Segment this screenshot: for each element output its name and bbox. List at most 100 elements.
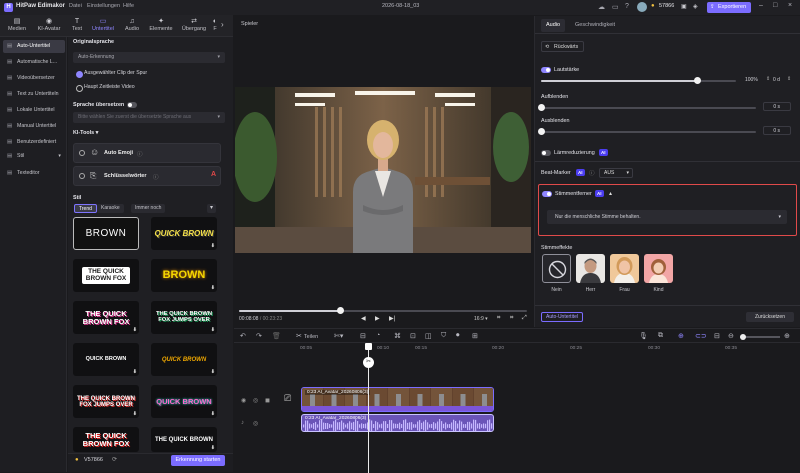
gift-icon[interactable]: ▣ <box>681 3 687 10</box>
crop-tool-icon[interactable]: ⊡ <box>410 332 416 340</box>
fade-out-input[interactable]: 0 s <box>763 126 791 135</box>
video-clip[interactable]: 0:23 AI_Avatar_20260806(3) <box>301 387 494 412</box>
sidebar-item-manual-subtitle[interactable]: ▤ Manual Untertitel <box>3 120 65 133</box>
sidebar-item-video-translator[interactable]: ▤ Videoübersetzer <box>3 72 65 85</box>
stepper-icon[interactable]: ⇕ <box>787 76 791 82</box>
translate-language-select[interactable]: Bitte wählen Sie zuerst die übersetzte S… <box>73 112 225 123</box>
back-button[interactable]: ⟲ Rückwärts <box>541 41 585 52</box>
split-scissors-icon[interactable]: ✂ <box>363 357 374 368</box>
record-icon[interactable]: ⏺ <box>456 332 460 340</box>
cloud-icon[interactable]: ☁ <box>598 3 605 11</box>
tab-text[interactable]: T Text <box>63 17 91 32</box>
sidebar-item-auto-lyrics[interactable]: ▤ Automatische L... <box>3 56 65 69</box>
fade-out-slider[interactable] <box>538 128 756 135</box>
mask-icon[interactable]: ◫ <box>425 332 432 340</box>
zoom-in-icon[interactable]: ⊕ <box>784 332 790 340</box>
style-preset-10[interactable]: QUICK BROWN ⬇ <box>151 385 217 418</box>
playback-handle[interactable] <box>336 307 344 314</box>
info-icon[interactable]: ⓘ <box>137 150 143 158</box>
cut-menu-icon[interactable]: ✄▾ <box>334 332 343 340</box>
auto-emoji-radio[interactable] <box>79 150 85 156</box>
project-name[interactable]: 2026-08-18_03 <box>382 3 419 9</box>
fullscreen-icon[interactable]: ⤢ <box>522 315 527 322</box>
info-icon[interactable]: ⓘ <box>589 169 595 177</box>
bag-icon[interactable]: ◈ <box>693 3 698 10</box>
translate-toggle[interactable] <box>127 102 137 108</box>
language-select[interactable]: Auto-Erkennung ▾ <box>73 52 225 63</box>
magnet-icon[interactable]: ⊂⊃ <box>695 332 707 340</box>
style-chip-trend[interactable]: Trend <box>74 204 97 213</box>
snap-icon[interactable]: ⊕ <box>678 332 684 340</box>
fade-in-handle[interactable] <box>538 104 545 111</box>
voice-remover-select[interactable]: Nur die menschliche Stimme behalten. ▾ <box>547 210 787 224</box>
tab-transition[interactable]: ⇄ Übergang <box>180 17 208 32</box>
track-lock-icon[interactable]: ◎ <box>253 397 258 404</box>
delete-icon[interactable]: 🗑 <box>272 332 281 340</box>
sidebar-item-style[interactable]: ▤ Stil ▾ <box>3 150 65 163</box>
volume-slider[interactable] <box>541 77 736 84</box>
auto-subtitle-button[interactable]: Auto-Untertitel <box>541 312 583 322</box>
marker-icon[interactable]: ⊟ <box>360 332 366 340</box>
chevron-right-icon[interactable]: › <box>221 20 224 29</box>
style-preset-12[interactable]: THE QUICK BROWN ⬇ <box>151 427 217 452</box>
mic-icon[interactable]: 🎙 <box>639 332 648 340</box>
track-mute-icon[interactable]: ◼ <box>265 397 270 404</box>
maximize-icon[interactable]: □ <box>773 2 777 9</box>
menu-file[interactable]: Datei <box>69 3 82 9</box>
start-recognition-button[interactable]: Erkennung starten <box>171 455 225 466</box>
reset-button[interactable]: Zurücksetzen <box>746 312 794 322</box>
style-preset-11[interactable]: THE QUICK BROWN FOX <box>73 427 139 452</box>
split-button[interactable]: ✂ Teilen <box>296 332 318 340</box>
info-icon[interactable]: ⓘ <box>153 173 159 181</box>
audio-track-icon[interactable]: ♪ <box>241 420 244 426</box>
style-chip-karaoke[interactable]: Karaoke <box>97 204 124 213</box>
audio-clip[interactable]: 0:23 AI_Avatar_20260806(3) <box>301 414 494 432</box>
tab-subtitle[interactable]: ▭ Untertitel <box>89 17 117 32</box>
screenshot-icon[interactable]: ⌗ <box>510 315 513 322</box>
sidebar-item-local-subtitle[interactable]: ▤ Lokale Untertitel <box>3 104 65 117</box>
fade-out-handle[interactable] <box>538 128 545 135</box>
screen-icon[interactable]: ▭ <box>612 3 619 11</box>
voice-none-option[interactable] <box>542 254 571 283</box>
aspect-ratio-select[interactable]: 16:9 ▾ <box>474 316 488 322</box>
video-preview[interactable] <box>235 87 531 253</box>
stepper-icon[interactable]: ⇕ <box>766 76 770 82</box>
zoom-handle[interactable] <box>740 334 746 340</box>
voice-remover-toggle[interactable] <box>542 191 552 197</box>
next-frame-icon[interactable]: ▶| <box>389 315 395 322</box>
text-color-icon[interactable]: A <box>211 171 216 178</box>
tab-filter[interactable]: ◐ F <box>208 17 222 32</box>
playback-progress[interactable] <box>239 307 527 314</box>
style-preset-2[interactable]: QUICK BROWN ⬇ <box>151 217 217 250</box>
sidebar-item-custom[interactable]: ▤ Benutzerdefiniert <box>3 136 65 149</box>
sidebar-item-auto-subtitle[interactable]: ▤ Auto-Untertitel <box>3 40 65 53</box>
undo-icon[interactable]: ↶ <box>240 332 246 340</box>
voice-child-option[interactable] <box>644 254 673 283</box>
menu-settings[interactable]: Einstellungen <box>87 3 120 9</box>
help-icon[interactable]: ? <box>625 3 629 10</box>
refresh-icon[interactable]: ⟳ <box>112 456 117 463</box>
menu-help[interactable]: Hilfe <box>123 3 134 9</box>
sidebar-item-text-editor[interactable]: ▤ Texteditor <box>3 167 65 180</box>
chevron-down-icon[interactable]: ▾ <box>207 204 216 213</box>
voice-woman-option[interactable] <box>610 254 639 283</box>
db-value[interactable]: 0 d <box>773 77 780 83</box>
style-preset-8[interactable]: QUICK BROWN ⬇ <box>151 343 217 376</box>
tab-speed[interactable]: Geschwindigkeit <box>575 22 615 28</box>
avatar[interactable] <box>637 2 647 12</box>
prev-frame-icon[interactable]: ◀ <box>361 315 366 322</box>
style-chip-still[interactable]: Immer noch <box>131 204 166 213</box>
noise-reduction-toggle[interactable] <box>541 150 551 156</box>
fade-in-slider[interactable] <box>538 104 756 111</box>
style-preset-6[interactable]: THE QUICK BROWN FOX JUMPS OVER ⬇ <box>151 301 217 334</box>
style-preset-3[interactable]: THE QUICK BROWN FOX <box>73 259 139 292</box>
style-preset-9[interactable]: THE QUICK BROWN FOX JUMPS OVER ⬇ <box>73 385 139 418</box>
playhead-handle[interactable] <box>365 343 372 350</box>
style-preset-4[interactable]: BROWN ⬇ <box>151 259 217 292</box>
audio-lock-icon[interactable]: ◎ <box>253 420 258 427</box>
redo-icon[interactable]: ↷ <box>256 332 262 340</box>
chevron-up-icon[interactable]: ▴ <box>609 190 612 197</box>
speed-icon[interactable]: ◔ <box>376 332 380 339</box>
radio-main-video[interactable]: Haupt Zeitleiste Video <box>76 83 135 92</box>
volume-toggle[interactable] <box>541 67 551 73</box>
